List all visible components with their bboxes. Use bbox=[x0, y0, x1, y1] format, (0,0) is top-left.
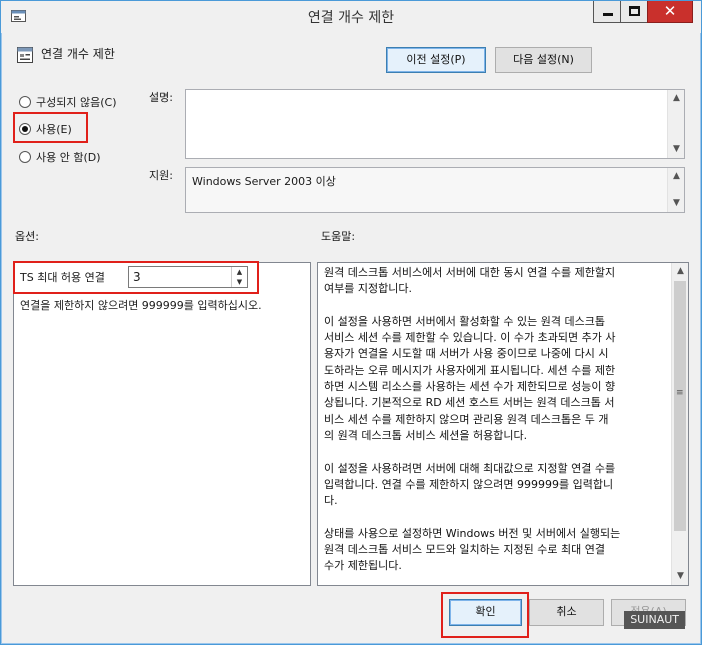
help-line bbox=[324, 298, 666, 314]
help-line bbox=[324, 509, 666, 525]
help-scrollbar[interactable]: ▲ ≡ ▼ bbox=[671, 263, 688, 585]
radio-label: 구성되지 않음(C) bbox=[36, 96, 117, 109]
help-line: 서비스 세션 수를 제한할 수 있습니다. 이 수가 초과되면 추가 사 bbox=[324, 331, 616, 345]
options-label: 옵션: bbox=[15, 230, 39, 243]
radio-indicator bbox=[19, 96, 31, 108]
scroll-up-icon[interactable]: ▲ bbox=[668, 90, 685, 107]
radio-not-configured[interactable]: 구성되지 않음(C) bbox=[19, 94, 116, 110]
radio-enabled[interactable]: 사용(E) bbox=[19, 121, 72, 137]
watermark: SUINAUT bbox=[624, 611, 685, 629]
help-line: 의 원격 데스크톱 서비스 세션을 허용합니다. bbox=[324, 428, 528, 442]
supported-label: 지원: bbox=[149, 169, 173, 182]
options-panel: TS 최대 허용 연결 3 ▲ ▼ 연결을 제한하지 않으려면 999999를 … bbox=[13, 262, 311, 586]
minimize-button[interactable] bbox=[593, 1, 621, 23]
setting-icon bbox=[17, 47, 33, 63]
close-button[interactable]: ✕ bbox=[647, 1, 693, 23]
help-line: 하면 시스템 리소스를 사용하는 세션 수가 제한되므로 성능이 향 bbox=[324, 380, 616, 394]
ok-button[interactable]: 확인 bbox=[449, 599, 522, 626]
radio-indicator bbox=[19, 151, 31, 163]
scroll-up-icon[interactable]: ▲ bbox=[672, 263, 688, 280]
help-line bbox=[324, 575, 666, 585]
help-label: 도움말: bbox=[321, 230, 356, 243]
options-hint: 연결을 제한하지 않으려면 999999를 입력하십시오. bbox=[20, 299, 262, 312]
comment-label: 설명: bbox=[149, 91, 173, 104]
highlight-max-connections bbox=[13, 261, 259, 294]
scroll-down-icon[interactable]: ▼ bbox=[668, 141, 685, 158]
radio-label: 사용 안 함(D) bbox=[36, 151, 101, 164]
help-line: 이 설정을 사용하려면 서버에 대해 최대값으로 지정할 연결 수를 bbox=[324, 461, 616, 475]
help-line: 이 설정을 사용하면 서버에서 활성화할 수 있는 원격 데스크톱 bbox=[324, 314, 605, 328]
radio-indicator bbox=[19, 123, 31, 135]
minimize-icon bbox=[603, 13, 613, 16]
policy-dialog: 연결 개수 제한 ✕ 연결 개수 제한 이전 설정(P) 다음 설정(N) 구성… bbox=[0, 0, 702, 645]
help-line bbox=[324, 444, 666, 460]
help-panel: 원격 데스크톱 서비스에서 서버에 대한 동시 연결 수를 제한할지여부를 지정… bbox=[317, 262, 689, 586]
maximize-button[interactable] bbox=[620, 1, 648, 23]
cancel-button[interactable]: 취소 bbox=[529, 599, 604, 626]
help-line: 다. bbox=[324, 494, 338, 508]
comment-field[interactable]: ▲ ▼ bbox=[185, 89, 685, 159]
scroll-down-icon[interactable]: ▼ bbox=[672, 568, 688, 585]
window-controls: ✕ bbox=[593, 1, 693, 23]
supported-value: Windows Server 2003 이상 bbox=[192, 175, 336, 188]
supported-scrollbar[interactable]: ▲ ▼ bbox=[667, 168, 684, 212]
help-line: 비스 세션 수를 제한하지 않으며 관리용 원격 데스크톱은 두 개 bbox=[324, 412, 609, 426]
supported-field: Windows Server 2003 이상 ▲ ▼ bbox=[185, 167, 685, 213]
scrollbar-thumb[interactable] bbox=[674, 281, 686, 531]
help-line: 원격 데스크톱 서비스 모드와 일치하는 지정된 수로 최대 연결 bbox=[324, 543, 605, 557]
help-line: 수가 제한됩니다. bbox=[324, 559, 402, 573]
title-bar[interactable]: 연결 개수 제한 ✕ bbox=[1, 1, 701, 33]
close-icon: ✕ bbox=[663, 2, 677, 20]
previous-setting-button[interactable]: 이전 설정(P) bbox=[386, 47, 486, 73]
radio-label: 사용(E) bbox=[36, 123, 72, 136]
next-setting-button[interactable]: 다음 설정(N) bbox=[495, 47, 592, 73]
comment-scrollbar[interactable]: ▲ ▼ bbox=[667, 90, 684, 158]
maximize-icon bbox=[629, 6, 640, 16]
scroll-grip-icon: ≡ bbox=[676, 388, 684, 398]
help-line: 여부를 지정합니다. bbox=[324, 282, 412, 296]
scroll-up-icon[interactable]: ▲ bbox=[668, 168, 685, 185]
help-line: 입력합니다. 연결 수를 제한하지 않으려면 999999를 입력합니 bbox=[324, 477, 614, 491]
help-line: 도하라는 오류 메시지가 사용자에게 표시됩니다. 세션 수를 제한 bbox=[324, 363, 616, 377]
help-line: 용자가 연결을 시도할 때 서버가 사용 중이므로 나중에 다시 시 bbox=[324, 347, 609, 361]
radio-disabled[interactable]: 사용 안 함(D) bbox=[19, 149, 101, 165]
setting-name: 연결 개수 제한 bbox=[41, 47, 115, 61]
help-line: 상됩니다. 기본적으로 RD 세션 호스트 서버는 원격 데스크톱 서 bbox=[324, 396, 615, 410]
help-line: 원격 데스크톱 서비스에서 서버에 대한 동시 연결 수를 제한할지 bbox=[324, 266, 616, 279]
scroll-down-icon[interactable]: ▼ bbox=[668, 195, 685, 212]
help-text: 원격 데스크톱 서비스에서 서버에 대한 동시 연결 수를 제한할지여부를 지정… bbox=[324, 265, 666, 585]
help-line: 상태를 사용으로 설정하면 Windows 버전 및 서버에서 실행되는 bbox=[324, 526, 621, 540]
